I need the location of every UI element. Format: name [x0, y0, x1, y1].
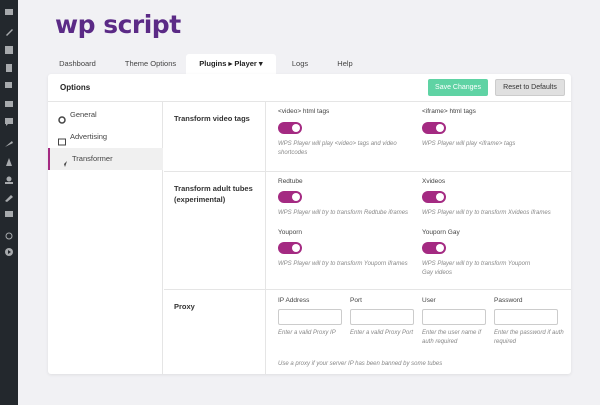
panel-title: Options: [60, 83, 91, 92]
posts-icon[interactable]: [4, 28, 14, 36]
iframe-tags-toggle[interactable]: [422, 122, 446, 134]
plugins-icon[interactable]: [4, 140, 14, 148]
column-divider: [265, 102, 266, 172]
panel-header: Options Save Changes Reset to Defaults: [48, 74, 571, 102]
section-proxy: Proxy IP Address Enter a valid Proxy IP …: [164, 290, 571, 374]
field-help: WPS Player will try to transform Youporn…: [422, 261, 531, 276]
side-item-transformer[interactable]: Transformer: [48, 148, 163, 170]
youporn-gay-toggle[interactable]: [422, 242, 446, 254]
proxy-port-input[interactable]: [350, 309, 414, 325]
transformer-content: Transform video tags <video> html tags W…: [164, 102, 571, 374]
reset-defaults-button[interactable]: Reset to Defaults: [495, 79, 565, 96]
options-panel: Options Save Changes Reset to Defaults G…: [48, 74, 571, 374]
media-icon[interactable]: [4, 46, 14, 54]
column-divider: [265, 172, 266, 290]
comments-icon[interactable]: [4, 82, 14, 90]
tab-logs[interactable]: Logs: [280, 54, 320, 74]
field-label: User: [422, 297, 436, 304]
proxy-password-input[interactable]: [494, 309, 558, 325]
appearance-icon[interactable]: [4, 158, 14, 166]
proxy-ip-input[interactable]: [278, 309, 342, 325]
proxy-user-input[interactable]: [422, 309, 486, 325]
appearance-icon[interactable]: [4, 100, 14, 108]
field-label: Youporn: [278, 229, 302, 236]
section-label: Transform video tags: [174, 114, 250, 123]
side-item-label: General: [70, 110, 97, 119]
field-help: Enter the user name if auth required: [422, 330, 482, 345]
side-item-general[interactable]: General: [48, 104, 163, 126]
field-help: Enter the password if auth required: [494, 330, 564, 345]
field-help: WPS Player will play <video> tags and vi…: [278, 141, 397, 156]
tab-dashboard[interactable]: Dashboard: [40, 54, 115, 74]
field-help: WPS Player will play <iframe> tags: [422, 141, 516, 147]
options-side-menu: General Advertising Transformer: [48, 102, 163, 374]
save-changes-button[interactable]: Save Changes: [428, 79, 488, 96]
field-label: <video> html tags: [278, 108, 330, 115]
wp-admin-sidebar: [0, 0, 18, 405]
tools-icon[interactable]: [4, 194, 14, 202]
settings-icon[interactable]: [4, 210, 14, 218]
comments-icon[interactable]: [4, 118, 14, 126]
dashboard-icon[interactable]: [4, 8, 14, 16]
proxy-note: Use a proxy if your server IP has been b…: [278, 361, 443, 367]
play-icon[interactable]: [4, 248, 14, 256]
video-tags-toggle[interactable]: [278, 122, 302, 134]
gear-icon: [58, 111, 66, 124]
field-label: Password: [494, 297, 523, 304]
field-label: Youporn Gay: [422, 229, 460, 236]
wp-script-logo: wp script: [55, 10, 181, 39]
redtube-toggle[interactable]: [278, 191, 302, 203]
rocket-icon: [60, 155, 68, 167]
field-help: WPS Player will try to transform Redtube…: [278, 210, 409, 216]
field-help: Enter a valid Proxy Port: [350, 330, 414, 336]
logo-text: wp script: [55, 10, 181, 39]
field-label: IP Address: [278, 297, 310, 304]
field-label: Redtube: [278, 178, 303, 185]
collapse-icon[interactable]: [4, 232, 14, 240]
section-label: Transform adult tubes (experimental): [174, 184, 253, 204]
field-help: WPS Player will try to transform Youporn…: [278, 261, 408, 267]
field-help: WPS Player will try to transform Xvideos…: [422, 210, 551, 216]
tab-theme-options[interactable]: Theme Options: [118, 54, 183, 74]
tab-help[interactable]: Help: [325, 54, 365, 74]
side-item-label: Advertising: [70, 132, 108, 141]
section-label: Proxy: [174, 302, 195, 311]
column-divider: [265, 290, 266, 374]
xvideos-toggle[interactable]: [422, 191, 446, 203]
section-video-tags: Transform video tags <video> html tags W…: [164, 102, 571, 172]
pages-icon[interactable]: [4, 64, 14, 72]
users-icon[interactable]: [4, 176, 14, 184]
youporn-toggle[interactable]: [278, 242, 302, 254]
side-item-advertising[interactable]: Advertising: [48, 126, 163, 148]
ad-icon: [58, 133, 66, 146]
side-item-label: Transformer: [72, 154, 113, 163]
field-label: Xvideos: [422, 178, 446, 185]
field-help: Enter a valid Proxy IP: [278, 330, 336, 336]
section-adult-tubes: Transform adult tubes (experimental) Red…: [164, 172, 571, 290]
tab-plugins-player[interactable]: Plugins ▸ Player ▾: [186, 54, 276, 74]
field-label: <iframe> html tags: [422, 108, 476, 115]
field-label: Port: [350, 297, 362, 304]
